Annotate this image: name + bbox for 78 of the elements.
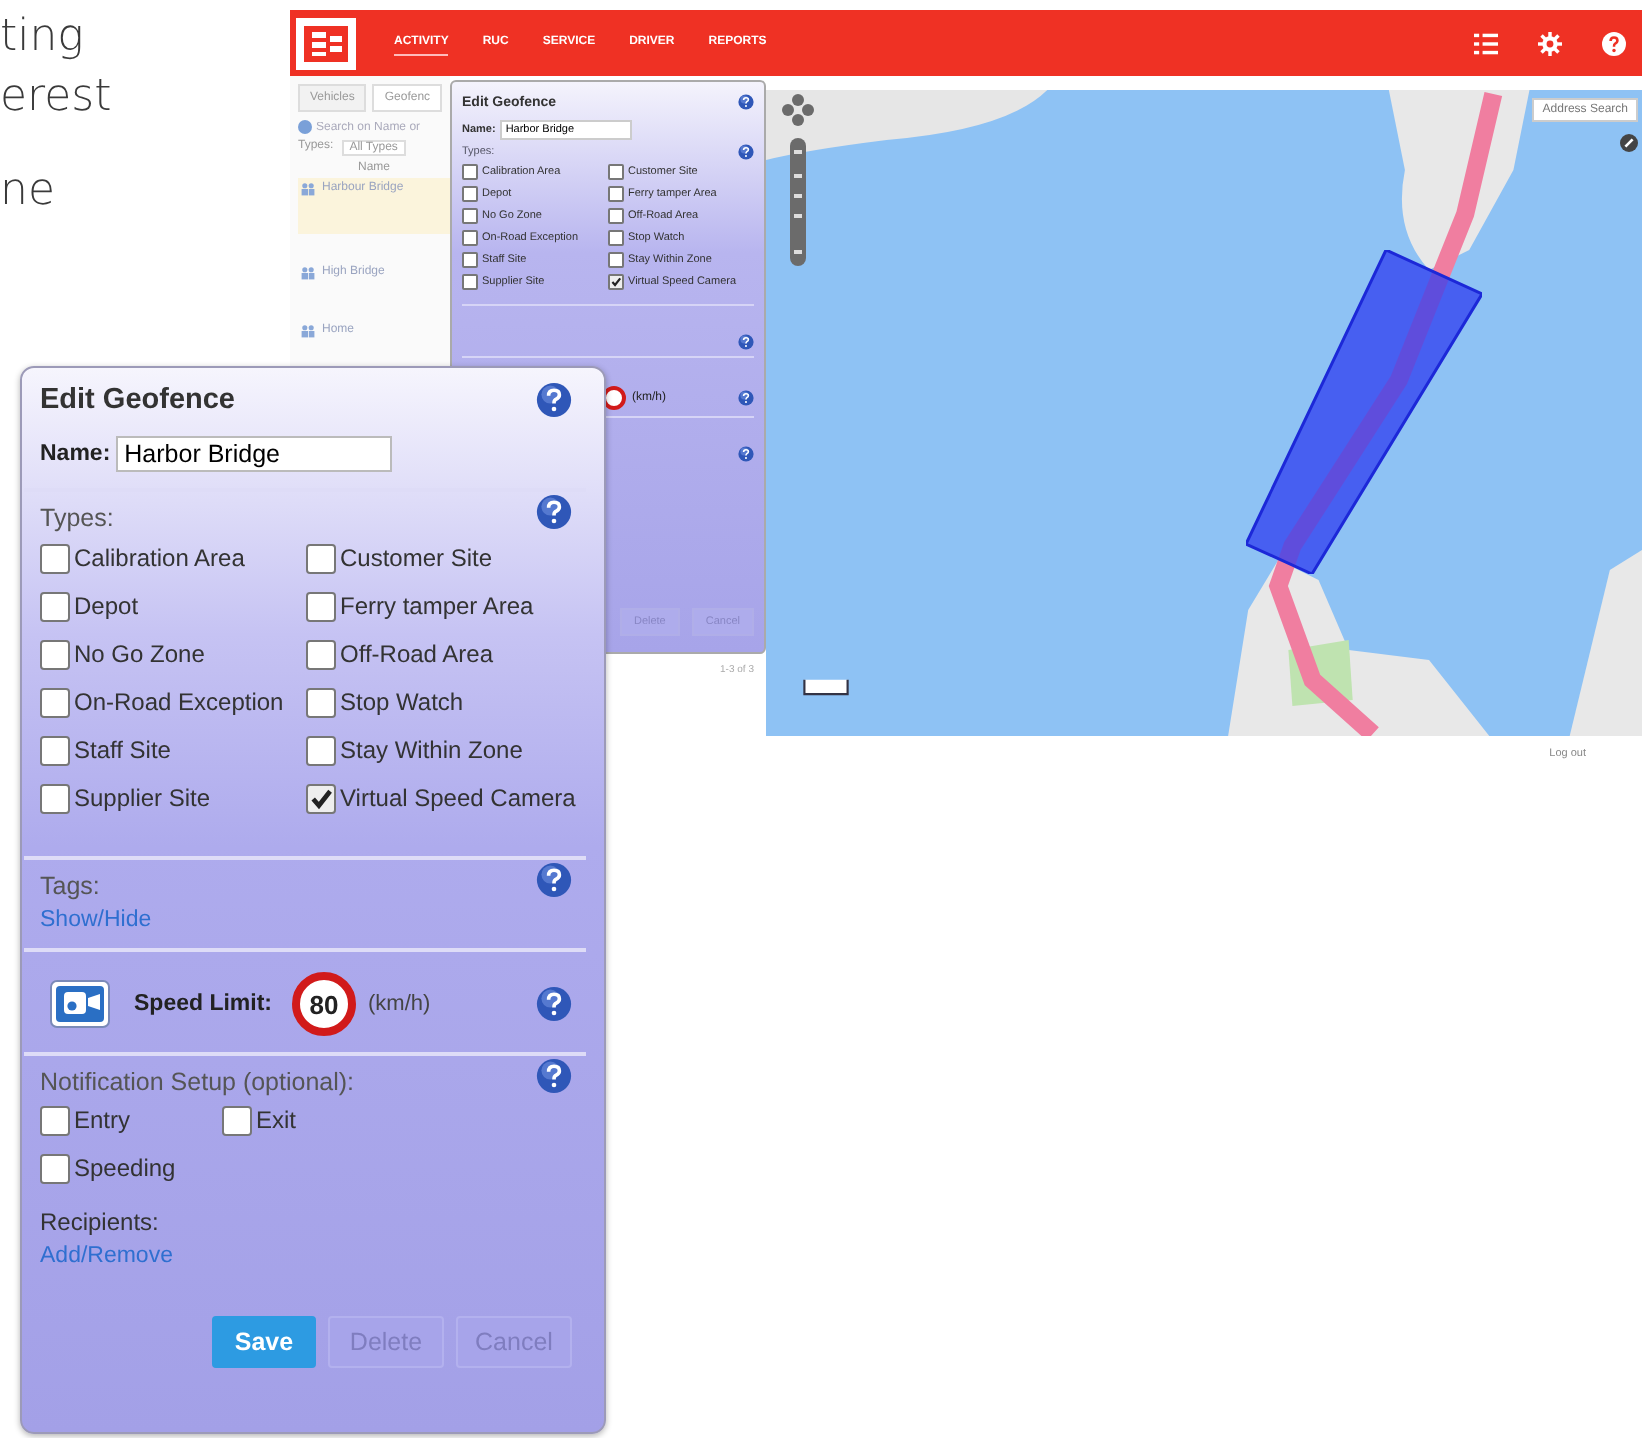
save-button[interactable]: Save (212, 1316, 316, 1368)
name-field[interactable]: Harbor Bridge (116, 436, 393, 472)
recipients-label: Recipients: (40, 1208, 161, 1236)
people-icon (300, 182, 316, 196)
geofence-polygon[interactable] (1246, 250, 1482, 574)
checkbox-label: Exit (256, 1106, 297, 1134)
intro-text: ne (0, 164, 55, 220)
help-icon[interactable] (536, 986, 572, 1022)
panel-title: Edit Geofence (40, 384, 235, 416)
checkbox[interactable] (462, 186, 478, 202)
intro-text: ting (0, 10, 84, 66)
speed-camera-icon (50, 980, 110, 1028)
checkbox-label: Stop Watch (340, 688, 464, 716)
checkbox[interactable] (608, 230, 624, 246)
checkbox[interactable] (608, 208, 624, 224)
checkbox[interactable] (462, 230, 478, 246)
checkbox-label: No Go Zone (74, 640, 205, 668)
checkbox-label: On-Road Exception (74, 688, 284, 716)
checkbox[interactable] (40, 639, 70, 669)
checkbox-label: Customer Site (340, 544, 493, 572)
checkbox-label: Entry (74, 1106, 131, 1134)
speed-limit-value[interactable]: 80 (292, 972, 357, 1036)
types-label: Types: (40, 504, 114, 532)
checkbox[interactable] (462, 208, 478, 224)
tags-label: Tags: (40, 872, 100, 900)
checkbox-label: Speeding (74, 1154, 176, 1182)
help-icon[interactable] (536, 862, 572, 898)
help-icon[interactable] (738, 334, 754, 350)
show-hide-link[interactable]: Show/Hide (40, 908, 152, 932)
checkbox[interactable] (608, 252, 624, 268)
checkbox[interactable] (306, 687, 336, 717)
checkbox[interactable] (222, 1105, 252, 1135)
checkbox[interactable] (608, 186, 624, 202)
help-icon[interactable] (536, 382, 572, 418)
checkbox-label: Depot (74, 592, 139, 620)
checkbox-label: Calibration Area (74, 544, 245, 572)
help-icon[interactable] (536, 1058, 572, 1094)
help-icon[interactable] (738, 390, 754, 406)
checkbox[interactable] (462, 164, 478, 180)
logo-icon[interactable] (296, 17, 356, 69)
unit-label: (km/h) (368, 992, 431, 1016)
people-icon (300, 324, 316, 338)
checkbox[interactable] (462, 274, 478, 290)
map-zoom-control[interactable] (782, 94, 814, 266)
help-icon[interactable] (1602, 31, 1626, 55)
checkbox[interactable] (40, 735, 70, 765)
checkbox[interactable] (306, 591, 336, 621)
checkbox[interactable] (608, 164, 624, 180)
checkbox[interactable] (306, 543, 336, 573)
intro-text: erest (0, 70, 112, 126)
add-remove-link[interactable]: Add/Remove (40, 1244, 173, 1268)
checkbox-label: Supplier Site (74, 784, 211, 812)
checkbox[interactable] (40, 1153, 70, 1183)
settings-icon[interactable] (1538, 31, 1562, 55)
checkbox[interactable] (306, 783, 336, 813)
help-icon[interactable] (738, 144, 754, 160)
name-label: Name: (40, 442, 111, 466)
checkbox-label: Off-Road Area (340, 640, 493, 668)
checkbox-label: Virtual Speed Camera (340, 784, 576, 812)
people-icon (300, 266, 316, 280)
checkbox[interactable] (40, 591, 70, 621)
speed-limit-label: Speed Limit: (134, 992, 273, 1016)
checkbox-label: Ferry tamper Area (340, 592, 534, 620)
checkbox-label: Staff Site (74, 736, 171, 764)
help-icon[interactable] (536, 494, 572, 530)
checkbox[interactable] (40, 1105, 70, 1135)
notification-label: Notification Setup (optional): (40, 1068, 355, 1096)
checkbox-label: Stay Within Zone (340, 736, 523, 764)
checkbox[interactable] (40, 783, 70, 813)
checkbox[interactable] (40, 687, 70, 717)
help-icon[interactable] (738, 94, 754, 110)
checkbox[interactable] (462, 252, 478, 268)
list-icon[interactable] (1474, 31, 1498, 55)
checkbox[interactable] (306, 735, 336, 765)
checkbox[interactable] (40, 543, 70, 573)
help-icon[interactable] (738, 446, 754, 462)
checkbox[interactable] (608, 274, 624, 290)
checkbox[interactable] (306, 639, 336, 669)
